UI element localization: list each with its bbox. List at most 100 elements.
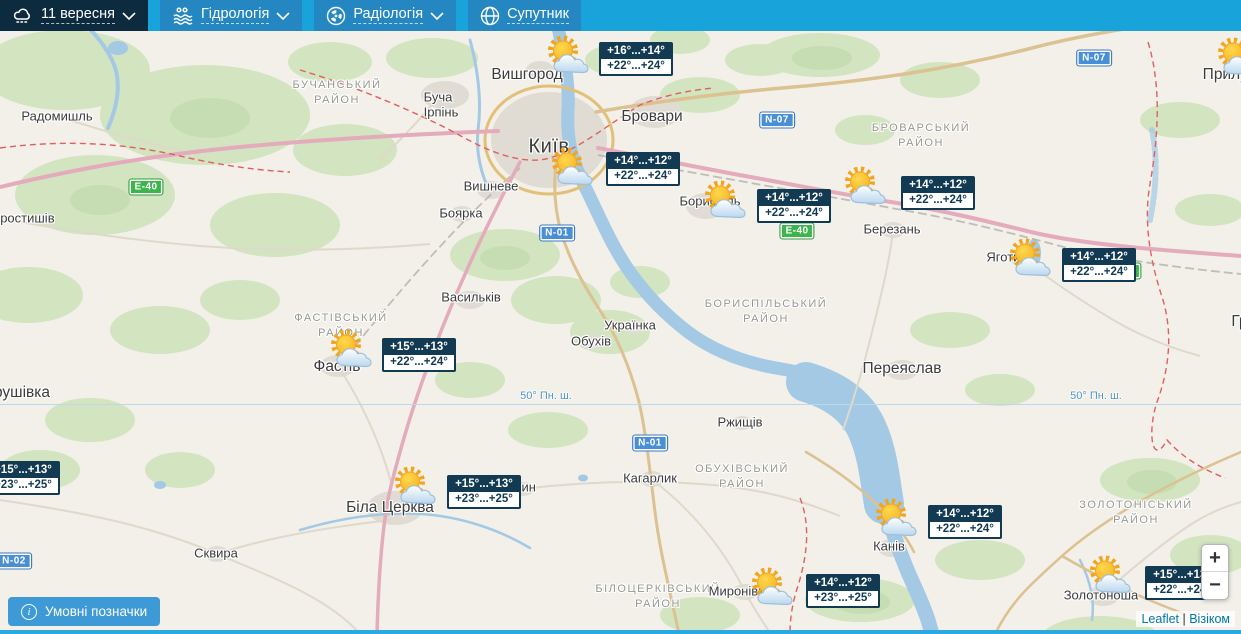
city-label: Бровари <box>621 108 683 125</box>
sun-cloud-icon[interactable] <box>749 567 799 614</box>
temp-top: +14°...+12° <box>930 507 1000 522</box>
sun-cloud-icon[interactable] <box>842 166 892 213</box>
map-attribution: Leaflet | Візіком <box>1136 611 1235 627</box>
temp-top: +14°...+12° <box>759 191 829 206</box>
city-label: Боярка <box>439 205 483 221</box>
city-label: Андрушівка <box>0 384 50 401</box>
temp-top: +14°...+12° <box>1064 250 1134 265</box>
weather-temp-label[interactable]: +14°...+12° +22°...+24° <box>928 505 1002 539</box>
menu-hydrology-button[interactable]: Гідрологія <box>159 0 303 31</box>
weather-temp-label[interactable]: +14°...+12° +23°...+25° <box>806 574 880 608</box>
zoom-out-button[interactable]: − <box>1202 572 1228 599</box>
menu-radiology-label: Радіологія <box>353 6 424 24</box>
sun-cloud-icon[interactable] <box>1087 555 1137 602</box>
temp-top: +14°...+12° <box>608 154 678 169</box>
zoom-in-button[interactable]: + <box>1202 545 1228 572</box>
sun-cloud-icon[interactable] <box>1007 238 1057 285</box>
menu-date-button[interactable]: 11 вересня <box>0 0 148 31</box>
temp-bottom: +22°...+24° <box>936 523 994 535</box>
info-icon: i <box>21 603 37 620</box>
temp-bottom: +22°...+24° <box>614 170 672 182</box>
temp-bottom: +22°...+24° <box>909 194 967 206</box>
radiology-icon <box>326 6 346 26</box>
latitude-line <box>0 404 1241 405</box>
temp-bottom: +23°...+25° <box>0 479 52 491</box>
city-label: Українка <box>604 317 656 333</box>
city-label: Буча <box>423 89 453 105</box>
provider-link[interactable]: Візіком <box>1189 612 1230 626</box>
leaflet-link[interactable]: Leaflet <box>1141 612 1179 626</box>
road-badge-n-07: N-07 <box>1076 49 1112 67</box>
sun-cloud-icon[interactable] <box>1215 37 1241 84</box>
chevron-down-icon <box>276 11 290 20</box>
menu-radiology-button[interactable]: Радіологія <box>314 0 457 31</box>
chevron-down-icon <box>430 11 444 20</box>
weather-temp-label[interactable]: +15°...+13°+23°...+25° <box>447 475 521 509</box>
city-label: Ржищів <box>717 414 763 430</box>
city-label: Кагарлик <box>623 470 677 486</box>
district-label: БОРИСПІЛЬСЬКИЙ РАЙОН <box>704 298 828 325</box>
temp-bottom: +23°...+25° <box>455 493 513 505</box>
menu-hydrology-label: Гідрологія <box>200 6 270 24</box>
district-label: БУЧАНСЬКИЙ РАЙОН <box>292 79 382 106</box>
map-canvas[interactable]: 50° Пн. ш. 50° Пн. ш. БУЧАНСЬКИЙ РАЙОН БРОВА… <box>0 0 1241 634</box>
city-label: Коростишів <box>0 210 55 226</box>
road-badge-n-07: N-07 <box>759 111 795 129</box>
district-label: БІЛОЦЕРКІВСЬКИЙ РАЙОН <box>595 583 721 610</box>
city-label: Ірпінь <box>423 104 459 120</box>
road-badge-e-40: E-40 <box>128 178 164 196</box>
bottom-strip <box>0 630 1241 634</box>
menu-satellite-button[interactable]: Супутник <box>468 0 581 31</box>
temp-bottom: +22°...+24° <box>390 356 448 368</box>
sun-cloud-icon[interactable] <box>392 466 442 513</box>
attribution-separator: | <box>1179 612 1190 626</box>
weather-temp-label[interactable]: +14°...+12° +22°...+24° <box>901 176 975 210</box>
district-label: БРОВАРСЬКИЙ РАЙОН <box>871 122 971 149</box>
weather-temp-label[interactable]: +15°...+13°+23°...+25° <box>0 461 60 495</box>
forecast-cloud-icon <box>12 7 34 25</box>
city-label: Сквира <box>194 545 238 561</box>
topbar: 11 вересня Гідрологія Радіологія Супутни… <box>0 0 1241 31</box>
road-badge-n-01: N-01 <box>632 434 668 452</box>
temp-top: +15°...+13° <box>384 340 454 355</box>
weather-temp-label[interactable]: +14°...+12° +22°...+24° <box>757 189 831 223</box>
menu-date-label: 11 вересня <box>41 6 115 24</box>
road-badge-e-40: E-40 <box>779 222 815 240</box>
temp-top: +14°...+12° <box>808 576 878 591</box>
sun-cloud-icon[interactable] <box>873 498 923 545</box>
road-badge-n-01: N-01 <box>539 224 575 242</box>
legend-label: Умовні позначки <box>45 604 148 619</box>
city-label: Обухів <box>570 333 612 349</box>
temp-bottom: +22°...+24° <box>1070 266 1128 278</box>
hydrology-icon <box>172 6 194 26</box>
weather-temp-label[interactable]: +15°...+13° +22°...+24° <box>382 338 456 372</box>
city-label: Переяслав <box>862 360 942 377</box>
district-label: ОБУХІВСЬКИЙ РАЙОН <box>695 463 789 490</box>
sun-cloud-icon[interactable] <box>702 180 752 227</box>
temp-top: +16°...+14° <box>601 44 671 59</box>
temp-bottom: +22°...+24° <box>607 60 665 72</box>
weather-temp-label[interactable]: +16°...+14° +22°...+24° <box>599 42 673 76</box>
weather-temp-label[interactable]: +14°...+12° +22°...+24° <box>1062 248 1136 282</box>
weather-temp-label[interactable]: +14°...+12° +22°...+24° <box>606 152 680 186</box>
city-label: Гребінка <box>1231 313 1241 330</box>
city-label: Радомишль <box>21 108 93 124</box>
menu-satellite-label: Супутник <box>507 6 569 24</box>
temp-bottom: +22°...+24° <box>765 207 823 219</box>
city-label: Березань <box>863 221 921 237</box>
district-label: ЗОЛОТОНІСЬКИЙ РАЙОН <box>1079 499 1193 526</box>
latitude-label: 50° Пн. ш. <box>520 390 572 402</box>
temp-top: +15°...+13° <box>0 463 58 478</box>
road-badge-n-02: N-02 <box>0 552 32 570</box>
sun-cloud-icon[interactable] <box>549 147 599 194</box>
city-label: Васильків <box>441 289 501 305</box>
latitude-label: 50° Пн. ш. <box>1070 390 1122 402</box>
sun-cloud-icon[interactable] <box>328 329 378 376</box>
satellite-icon <box>480 6 500 26</box>
temp-top: +14°...+12° <box>903 178 973 193</box>
legend-button[interactable]: i Умовні позначки <box>8 597 161 626</box>
zoom-control: + − <box>1201 544 1229 600</box>
sun-cloud-icon[interactable] <box>545 35 595 82</box>
temp-top: +15°...+13° <box>449 477 519 492</box>
chevron-down-icon <box>122 11 136 20</box>
